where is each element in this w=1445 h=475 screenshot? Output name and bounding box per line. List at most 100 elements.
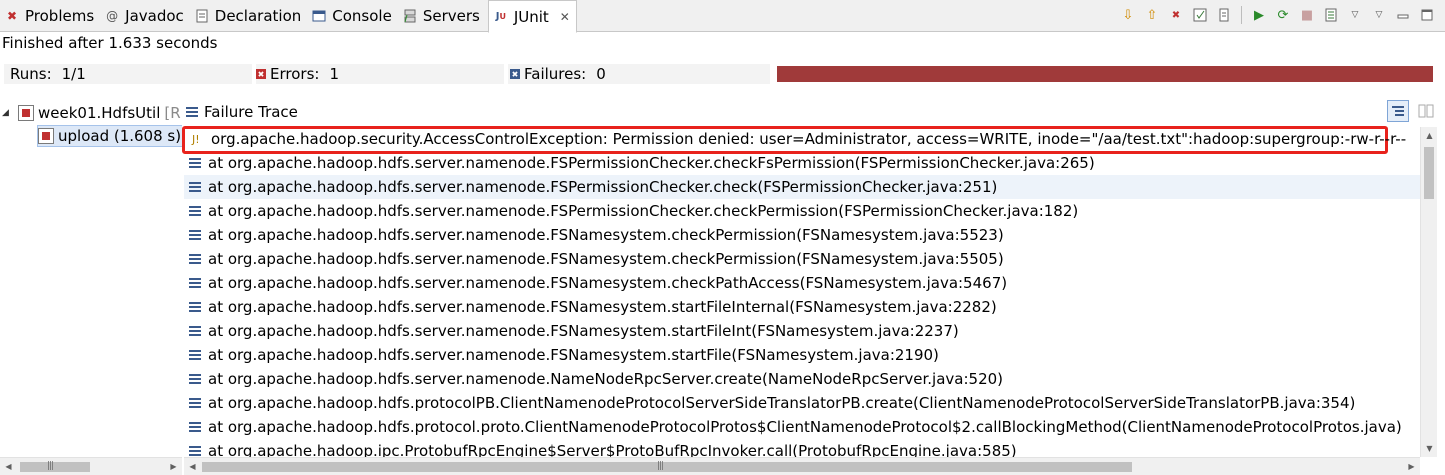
- stack-frame-icon: [189, 398, 201, 408]
- scroll-left-icon[interactable]: ◀: [184, 458, 201, 475]
- trace-line-text: at org.apache.hadoop.hdfs.server.namenod…: [208, 346, 939, 364]
- maximize-icon[interactable]: [1417, 5, 1437, 25]
- stack-frame-line[interactable]: at org.apache.hadoop.hdfs.server.namenod…: [184, 247, 1420, 271]
- stack-frame-line[interactable]: at org.apache.hadoop.hdfs.protocol.proto…: [184, 415, 1420, 439]
- progress-fill: [777, 66, 1433, 82]
- failure-trace-list: J! org.apache.hadoop.security.AccessContr…: [184, 127, 1420, 457]
- chevron-down-icon[interactable]: ▽: [1345, 5, 1365, 25]
- tab-junit[interactable]: JU JUnit ✕: [487, 0, 577, 33]
- stack-frame-line[interactable]: at org.apache.hadoop.hdfs.server.namenod…: [184, 151, 1420, 175]
- tab-javadoc[interactable]: @ Javadoc: [100, 0, 190, 32]
- stack-frame-icon: [189, 206, 201, 216]
- stack-frame-icon: [189, 350, 201, 360]
- show-failures-only-icon[interactable]: ✖: [1166, 5, 1186, 25]
- tab-console[interactable]: Console: [307, 0, 398, 32]
- stack-frame-line[interactable]: at org.apache.hadoop.ipc.ProtobufRpcEngi…: [184, 439, 1420, 457]
- stack-frame-icon: [189, 374, 201, 384]
- tab-label: Servers: [422, 7, 480, 25]
- stack-frame-icon: [189, 254, 201, 264]
- stack-frame-icon: [189, 422, 201, 432]
- stack-trace-icon: [186, 107, 198, 117]
- problems-icon: ✖: [6, 9, 18, 23]
- stack-frame-line[interactable]: at org.apache.hadoop.hdfs.server.namenod…: [184, 175, 1420, 199]
- rerun-failed-first-icon[interactable]: ⟳: [1273, 5, 1293, 25]
- view-menu-icon[interactable]: ▽: [1369, 5, 1389, 25]
- stack-frame-line[interactable]: at org.apache.hadoop.hdfs.server.namenod…: [184, 271, 1420, 295]
- scroll-thumb[interactable]: |||: [202, 461, 1132, 472]
- show-skipped-icon[interactable]: [1190, 5, 1210, 25]
- runs-value: 1/1: [61, 65, 86, 83]
- scroll-right-icon[interactable]: ▶: [165, 458, 182, 475]
- tree-node-suite[interactable]: ◢ week01.HdfsUtil [R: [2, 102, 181, 124]
- stack-frame-line[interactable]: at org.apache.hadoop.hdfs.server.namenod…: [184, 367, 1420, 391]
- compare-result-icon[interactable]: [1415, 100, 1437, 122]
- exception-message-line[interactable]: J! org.apache.hadoop.security.AccessContr…: [184, 127, 1420, 151]
- errors-value: 1: [329, 65, 339, 83]
- stack-frame-icon: [189, 230, 201, 240]
- tab-servers[interactable]: Servers: [398, 0, 486, 32]
- test-progress-bar: [777, 66, 1433, 82]
- test-error-icon: [38, 128, 54, 144]
- rerun-test-icon[interactable]: ▶: [1249, 5, 1269, 25]
- tab-problems[interactable]: ✖ Problems: [0, 0, 100, 32]
- close-icon[interactable]: ✕: [560, 10, 570, 24]
- stack-frame-icon: [189, 302, 201, 312]
- scroll-up-icon[interactable]: ▲: [1421, 127, 1438, 144]
- trace-line-text: at org.apache.hadoop.hdfs.server.namenod…: [208, 298, 997, 316]
- history-icon[interactable]: [1321, 5, 1341, 25]
- scroll-thumb[interactable]: [1424, 147, 1434, 199]
- stop-icon[interactable]: ■: [1297, 5, 1317, 25]
- scroll-left-icon[interactable]: ◀: [0, 458, 17, 475]
- scroll-thumb[interactable]: |||: [20, 461, 90, 472]
- previous-failure-icon[interactable]: ⇧: [1142, 5, 1162, 25]
- failures-counter: ✖ Failures: 0: [510, 60, 770, 88]
- scroll-lock-icon[interactable]: [1214, 5, 1234, 25]
- trace-line-text: at org.apache.hadoop.hdfs.server.namenod…: [208, 154, 1095, 172]
- errors-label: Errors:: [270, 65, 320, 83]
- stack-frame-line[interactable]: at org.apache.hadoop.hdfs.server.namenod…: [184, 199, 1420, 223]
- tab-label: Problems: [25, 7, 95, 25]
- tab-label: Declaration: [214, 7, 302, 25]
- test-tree: ◢ week01.HdfsUtil [R upload (1.608 s): [0, 97, 182, 457]
- scroll-right-icon[interactable]: ▶: [1403, 458, 1420, 475]
- errors-counter: ✖ Errors: 1: [256, 60, 504, 88]
- runs-counter: Runs: 1/1: [10, 60, 250, 88]
- error-icon: ✖: [256, 69, 266, 79]
- stack-frame-line[interactable]: at org.apache.hadoop.hdfs.server.namenod…: [184, 343, 1420, 367]
- tab-label: JUnit: [513, 7, 549, 26]
- view-tab-bar: ✖ Problems @ Javadoc Declaration Console…: [0, 0, 1445, 33]
- junit-icon: JU: [495, 11, 506, 22]
- scroll-down-icon[interactable]: ▼: [1421, 440, 1438, 457]
- failure-icon: ✖: [510, 69, 520, 79]
- trace-line-text: at org.apache.hadoop.hdfs.protocolPB.Cli…: [208, 394, 1356, 412]
- runs-label: Runs:: [10, 65, 52, 83]
- filter-stack-trace-icon[interactable]: [1387, 100, 1409, 122]
- trace-line-text: at org.apache.hadoop.hdfs.server.namenod…: [208, 178, 998, 196]
- trace-vertical-scrollbar[interactable]: ▲ ▼: [1420, 127, 1437, 457]
- tree-horizontal-scrollbar[interactable]: ◀ ||| ▶: [0, 457, 182, 475]
- stack-frame-line[interactable]: at org.apache.hadoop.hdfs.server.namenod…: [184, 319, 1420, 343]
- next-failure-icon[interactable]: ⇩: [1118, 5, 1138, 25]
- stack-frame-line[interactable]: at org.apache.hadoop.hdfs.server.namenod…: [184, 295, 1420, 319]
- javadoc-icon: @: [106, 9, 119, 23]
- trace-line-text: at org.apache.hadoop.ipc.ProtobufRpcEngi…: [208, 442, 1017, 457]
- trace-line-text: at org.apache.hadoop.hdfs.server.namenod…: [208, 250, 1004, 268]
- stack-frame-icon: [189, 326, 201, 336]
- trace-line-text: at org.apache.hadoop.hdfs.server.namenod…: [208, 274, 1008, 292]
- minimize-icon[interactable]: [1393, 5, 1413, 25]
- stack-frame-line[interactable]: at org.apache.hadoop.hdfs.protocolPB.Cli…: [184, 391, 1420, 415]
- stack-frame-icon: [189, 278, 201, 288]
- stack-frame-line[interactable]: at org.apache.hadoop.hdfs.server.namenod…: [184, 223, 1420, 247]
- tab-label: Console: [332, 7, 392, 25]
- tree-node-test[interactable]: upload (1.608 s): [37, 125, 182, 147]
- trace-line-text: at org.apache.hadoop.hdfs.server.namenod…: [208, 322, 959, 340]
- trace-horizontal-scrollbar[interactable]: ◀ ||| ▶: [184, 457, 1420, 475]
- tab-label: Javadoc: [125, 7, 184, 25]
- collapse-icon[interactable]: ◢: [2, 108, 14, 118]
- trace-line-text: org.apache.hadoop.security.AccessControl…: [211, 130, 1407, 148]
- trace-line-text: at org.apache.hadoop.hdfs.protocol.proto…: [208, 418, 1402, 436]
- trace-toolbar: [1387, 100, 1437, 122]
- declaration-icon: [194, 8, 210, 24]
- tab-declaration[interactable]: Declaration: [190, 0, 307, 32]
- junit-toolbar: ⇩ ⇧ ✖ ▶ ⟳ ■ ▽ ▽: [1118, 4, 1437, 26]
